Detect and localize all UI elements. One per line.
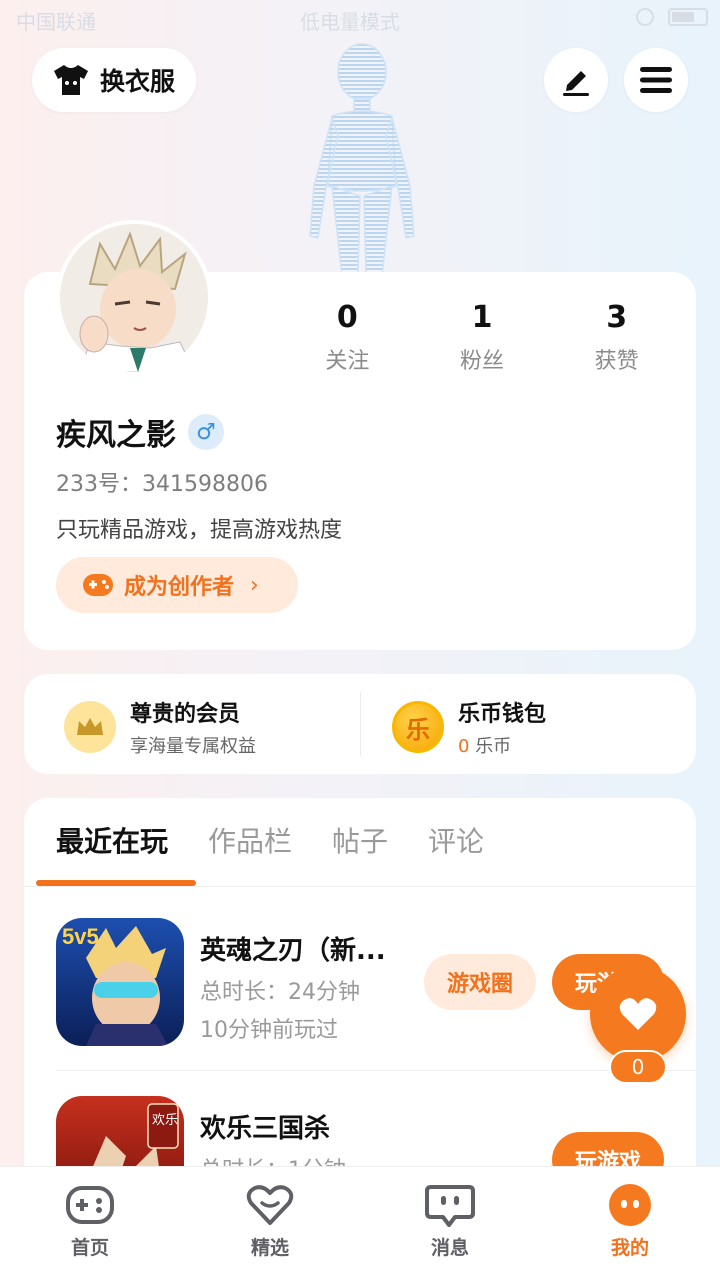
- message-icon: [425, 1185, 475, 1227]
- username: 疾风之影: [56, 418, 176, 453]
- nav-featured-label: 精选: [250, 1237, 289, 1259]
- followers-label: 粉丝: [460, 349, 505, 374]
- heart-chat-icon: [246, 1185, 294, 1225]
- following-count: 0: [336, 300, 358, 335]
- tab-posts[interactable]: 帖子: [332, 820, 388, 860]
- avatar-figure-hologram[interactable]: [292, 36, 428, 276]
- following-label: 关注: [325, 349, 370, 374]
- tab-recently-played[interactable]: 最近在玩: [56, 820, 168, 860]
- coin-icon: 乐: [392, 701, 444, 753]
- username-row: 疾风之影 ♂: [56, 410, 224, 454]
- tabs-divider: [24, 886, 696, 887]
- tshirt-icon: [54, 65, 88, 95]
- vip-title: 尊贵的会员: [130, 702, 241, 727]
- pencil-icon: [563, 71, 589, 96]
- following-stat[interactable]: 0 关注: [280, 300, 415, 375]
- gamepad-plus-icon: [83, 574, 113, 596]
- perks-divider: [360, 692, 361, 756]
- nav-featured[interactable]: 精选: [180, 1167, 360, 1280]
- followers-stat[interactable]: 1 粉丝: [415, 300, 550, 375]
- game-row[interactable]: 5v5 英魂之刃（新... 总时长：24分钟 10分钟前玩过 游戏圈 玩游戏: [56, 918, 664, 1048]
- nav-profile[interactable]: 我的: [540, 1167, 720, 1280]
- wallet-amount: 0: [458, 736, 470, 757]
- heart-icon: [619, 998, 657, 1030]
- game-name: 欢乐三国杀: [200, 1114, 331, 1144]
- hamburger-icon: [640, 67, 672, 93]
- edit-profile-button[interactable]: [544, 48, 608, 112]
- gamepad-icon: [66, 1186, 114, 1224]
- vip-membership-entry[interactable]: 尊贵的会员 享海量专属权益: [64, 696, 256, 758]
- nav-messages-label: 消息: [430, 1237, 469, 1259]
- game-badge-text: 5v5: [62, 924, 99, 949]
- nav-profile-label: 我的: [610, 1237, 649, 1259]
- followers-count: 1: [471, 300, 493, 335]
- game-name: 英魂之刃（新...: [200, 936, 386, 966]
- anime-avatar-image: [60, 224, 208, 372]
- likes-stat[interactable]: 3 获赞: [549, 300, 684, 375]
- crown-icon: [64, 701, 116, 753]
- wallet-title: 乐币钱包: [458, 702, 547, 727]
- tab-comments[interactable]: 评论: [428, 820, 484, 860]
- change-outfit-label: 换衣服: [100, 67, 176, 96]
- tab-works[interactable]: 作品栏: [208, 820, 292, 860]
- status-bar: 中国联通 低电量模式: [0, 0, 720, 38]
- profile-stats: 0 关注 1 粉丝 3 获赞: [280, 300, 684, 375]
- wallet-unit: 乐币: [475, 736, 512, 757]
- carrier-label: 中国联通: [16, 10, 96, 34]
- likes-label: 获赞: [594, 349, 639, 374]
- avatar[interactable]: [56, 220, 212, 376]
- user-bio: 只玩精品游戏，提高游戏热度: [56, 518, 343, 543]
- male-gender-icon: ♂: [188, 414, 224, 450]
- become-creator-button[interactable]: 成为创作者 ›: [56, 557, 298, 613]
- game-circle-button[interactable]: 游戏圈: [424, 954, 536, 1010]
- menu-button[interactable]: [624, 48, 688, 112]
- nav-messages[interactable]: 消息: [360, 1167, 540, 1280]
- game-badge-text: 欢乐: [152, 1113, 178, 1128]
- floating-like-button[interactable]: [590, 966, 686, 1062]
- likes-count: 3: [606, 300, 628, 335]
- nav-home[interactable]: 首页: [0, 1167, 180, 1280]
- change-outfit-button[interactable]: 换衣服: [32, 48, 196, 112]
- nav-home-label: 首页: [70, 1237, 109, 1259]
- wallet-balance: 0 乐币: [458, 732, 546, 758]
- user-id: 233号：341598806: [56, 472, 268, 497]
- chevron-right-icon: ›: [250, 572, 259, 598]
- row-divider: [56, 1070, 696, 1071]
- become-creator-label: 成为创作者: [124, 575, 235, 600]
- alarm-icon: [636, 8, 654, 26]
- bottom-nav: 首页 精选 消息 我的: [0, 1166, 720, 1280]
- perks-card: 尊贵的会员 享海量专属权益 乐 乐币钱包 0 乐币: [24, 674, 696, 774]
- game-last-played: 10分钟前玩过: [200, 1018, 338, 1043]
- vip-subtitle: 享海量专属权益: [130, 736, 256, 757]
- game-duration: 总时长：24分钟: [200, 980, 360, 1005]
- profile-tabs: 最近在玩 作品栏 帖子 评论: [56, 820, 484, 860]
- profile-face-icon: [609, 1184, 651, 1226]
- coin-wallet-entry[interactable]: 乐 乐币钱包 0 乐币: [392, 696, 546, 758]
- power-mode-label: 低电量模式: [300, 10, 400, 34]
- battery-icon: [668, 8, 708, 26]
- game-icon-hero-blade[interactable]: 5v5: [56, 918, 184, 1046]
- like-count-badge: 0: [609, 1050, 667, 1084]
